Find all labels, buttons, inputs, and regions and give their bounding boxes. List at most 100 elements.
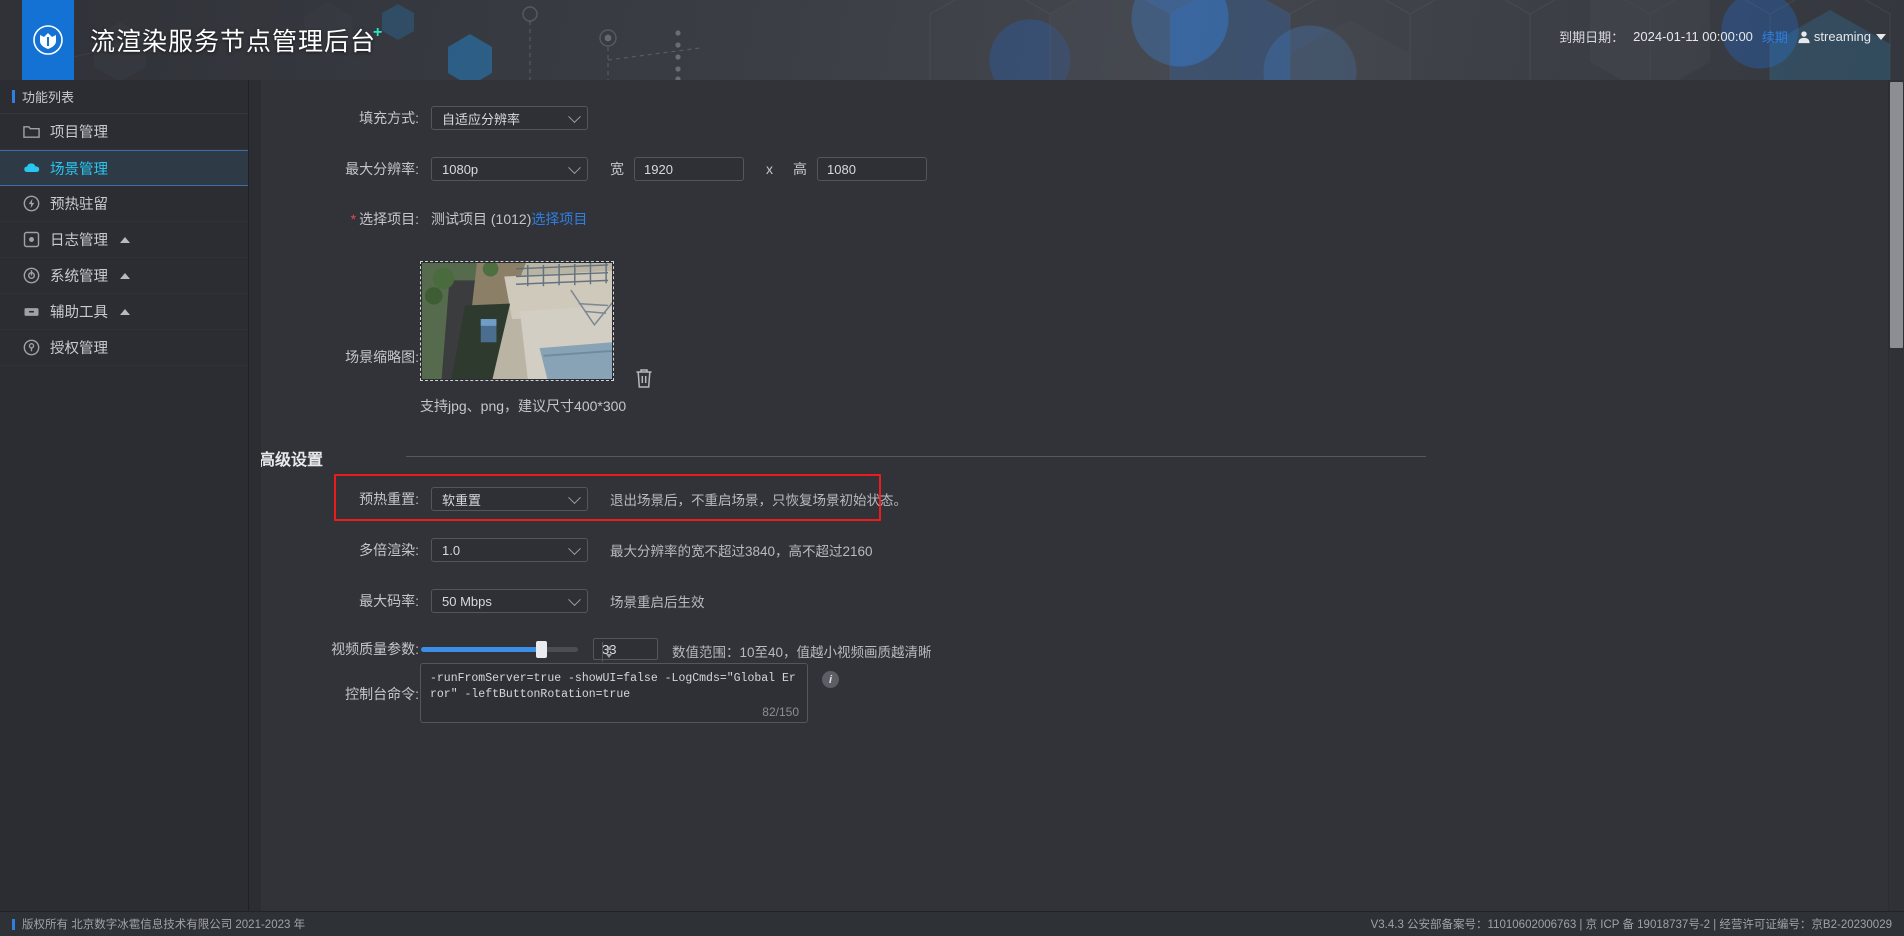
- width-input[interactable]: [634, 157, 744, 181]
- app-logo: [22, 0, 74, 80]
- preheat-reset-hint: 退出场景后，不重启场景，只恢复场景初始状态。: [610, 493, 907, 508]
- multi-render-hint: 最大分辨率的宽不超过3840，高不超过2160: [610, 544, 873, 559]
- thumbnail-image: [422, 263, 612, 379]
- project-value: 测试项目 (1012): [431, 211, 532, 227]
- app-footer: 版权所有 北京数字冰雹信息技术有限公司 2021-2023 年 V3.4.3 公…: [0, 911, 1904, 936]
- project-row: * 选择项目: 测试项目 (1012) 选择项目: [261, 209, 961, 229]
- video-quality-hint: 数值范围：10至40，值越小视频画质越清晰: [672, 645, 932, 660]
- max-bitrate-hint: 场景重启后生效: [610, 595, 705, 610]
- stepper-up-icon[interactable]: [606, 646, 612, 650]
- resolution-separator: x: [766, 161, 773, 177]
- advanced-divider: [406, 456, 1426, 457]
- toolbox-icon: [22, 302, 41, 321]
- chevron-down-icon: [568, 491, 581, 505]
- max-resolution-label: 最大分辨率:: [345, 161, 419, 177]
- max-bitrate-label: 最大码率:: [359, 593, 419, 609]
- chevron-up-icon[interactable]: [120, 272, 130, 279]
- thumbnail-note: 支持jpg、png，建议尺寸400*300: [420, 398, 627, 414]
- preheat-reset-select[interactable]: 软重置: [431, 487, 588, 511]
- console-command-textarea[interactable]: -runFromServer=true -showUI=false -LogCm…: [420, 663, 808, 723]
- sidebar-heading: 功能列表: [0, 80, 248, 114]
- video-quality-stepper[interactable]: 33: [593, 638, 658, 662]
- multi-render-label: 多倍渲染:: [359, 542, 419, 558]
- title-plus-badge: +: [373, 24, 383, 41]
- sidebar-item-system-management[interactable]: 系统管理: [0, 258, 248, 294]
- content-scrollbar-thumb[interactable]: [1890, 82, 1903, 348]
- stepper-buttons[interactable]: [602, 642, 615, 662]
- chevron-down-icon: [568, 593, 581, 607]
- expire-date-label: 到期日期：: [1559, 30, 1625, 45]
- select-project-link[interactable]: 选择项目: [531, 209, 587, 229]
- sidebar-item-project-management[interactable]: 项目管理: [0, 114, 248, 150]
- bolt-icon: [22, 194, 41, 213]
- max-bitrate-select[interactable]: 50 Mbps: [431, 589, 588, 613]
- sidebar-item-authorization-management[interactable]: 授权管理: [0, 330, 248, 366]
- log-icon: [22, 230, 41, 249]
- height-label: 高: [793, 161, 807, 177]
- thumbnail-label: 场景缩略图:: [345, 349, 419, 365]
- video-quality-label: 视频质量参数:: [331, 641, 419, 657]
- fill-mode-row: 填充方式: 自适应分辨率: [261, 106, 901, 130]
- multi-render-select[interactable]: 1.0: [431, 538, 588, 562]
- advanced-settings-title: 高级设置: [261, 452, 324, 469]
- sidebar-item-log-management[interactable]: 日志管理: [0, 222, 248, 258]
- video-quality-slider-handle[interactable]: [536, 641, 547, 658]
- cloud-icon: [22, 159, 41, 178]
- page-title: 流渲染服务节点管理后台: [90, 28, 377, 56]
- user-name: streaming: [1813, 29, 1871, 44]
- user-menu[interactable]: streaming: [1797, 29, 1886, 44]
- fill-mode-select[interactable]: 自适应分辨率: [431, 106, 588, 130]
- chevron-down-icon: [568, 542, 581, 556]
- fill-mode-value: 自适应分辨率: [442, 111, 521, 127]
- sidebar-item-preheat-residency[interactable]: 预热驻留: [0, 186, 248, 222]
- multi-render-value: 1.0: [442, 542, 461, 558]
- footer-license-info: V3.4.3 公安部备案号：11010602006763 | 京 ICP 备 1…: [1370, 919, 1892, 931]
- info-icon[interactable]: i: [822, 671, 839, 688]
- console-command-counter: 82/150: [762, 705, 799, 719]
- expire-date-value: 2024-01-11 00:00:00: [1633, 29, 1753, 44]
- sidebar-item-scene-management[interactable]: 场景管理: [0, 150, 248, 186]
- max-resolution-value: 1080p: [442, 161, 479, 177]
- chevron-up-icon[interactable]: [120, 308, 130, 315]
- width-label: 宽: [610, 161, 624, 177]
- sidebar-item-auxiliary-tools[interactable]: 辅助工具: [0, 294, 248, 330]
- sidebar-item-label: 场景管理: [50, 161, 108, 178]
- preheat-reset-label: 预热重置:: [359, 491, 419, 507]
- sidebar-item-label: 授权管理: [50, 341, 108, 357]
- max-resolution-row: 最大分辨率: 1080p 宽 x 高: [261, 157, 1161, 181]
- delete-thumbnail-button[interactable]: [634, 367, 656, 391]
- sidebar-item-label: 项目管理: [50, 125, 108, 141]
- video-quality-slider-track[interactable]: [545, 647, 578, 652]
- footer-copyright: 版权所有 北京数字冰雹信息技术有限公司 2021-2023 年: [12, 916, 305, 932]
- thumbnail-preview[interactable]: [420, 261, 614, 381]
- max-bitrate-row: 最大码率: 50 Mbps 场景重启后生效: [261, 589, 1161, 613]
- header-right-group: 到期日期： 2024-01-11 00:00:00 续期 streaming: [1559, 27, 1886, 46]
- multi-render-row: 多倍渲染: 1.0 最大分辨率的宽不超过3840，高不超过2160: [261, 538, 1161, 562]
- key-icon: [22, 338, 41, 357]
- fill-mode-label: 填充方式:: [359, 110, 419, 126]
- video-quality-slider-fill[interactable]: [421, 647, 545, 652]
- chevron-up-icon[interactable]: [120, 236, 130, 243]
- chevron-down-icon: [568, 110, 581, 124]
- app-root: 流渲染服务节点管理后台 + 到期日期： 2024-01-11 00:00:00 …: [0, 0, 1904, 936]
- chevron-down-icon: [568, 161, 581, 175]
- renew-link[interactable]: 续期: [1762, 27, 1788, 46]
- console-command-value: -runFromServer=true -showUI=false -LogCm…: [430, 672, 796, 701]
- console-command-label: 控制台命令:: [345, 686, 419, 702]
- height-input[interactable]: [817, 157, 927, 181]
- chevron-down-icon: [1876, 33, 1886, 40]
- app-header: 流渲染服务节点管理后台 + 到期日期： 2024-01-11 00:00:00 …: [0, 0, 1904, 80]
- project-label-text: 选择项目:: [359, 211, 419, 227]
- max-bitrate-value: 50 Mbps: [442, 593, 492, 609]
- sidebar-item-label: 辅助工具: [50, 305, 108, 321]
- sidebar-item-label: 预热驻留: [50, 197, 108, 213]
- max-resolution-select[interactable]: 1080p: [431, 157, 588, 181]
- folder-icon: [22, 122, 41, 141]
- sidebar-item-label: 系统管理: [50, 269, 108, 285]
- sidebar: 功能列表 项目管理 场景管理 预热驻留 日志管理 系统管理 辅助工具 授权管理: [0, 80, 249, 911]
- preheat-reset-row: 预热重置: 软重置 退出场景后，不重启场景，只恢复场景初始状态。: [261, 487, 1161, 511]
- main-content: 填充方式: 自适应分辨率 最大分辨率: 1080p 宽 x 高 *选择项目: 测: [261, 80, 1888, 911]
- stepper-down-icon[interactable]: [606, 654, 612, 658]
- user-icon: [1797, 30, 1811, 44]
- shield-logo-icon: [22, 0, 74, 80]
